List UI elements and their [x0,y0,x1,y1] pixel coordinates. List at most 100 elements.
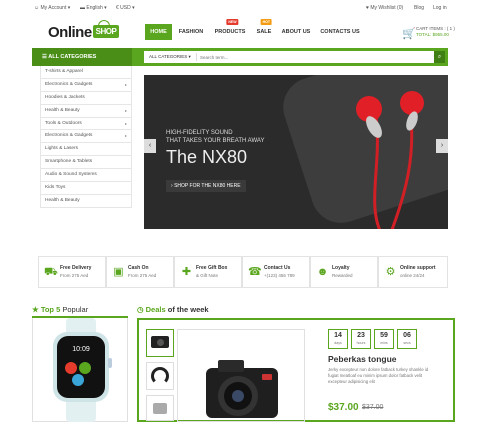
sidebar-item[interactable]: T-shirts & Apparel [40,66,132,79]
phone-icon: ☎ [248,266,262,278]
countdown-unit: hours [356,341,366,345]
deal-thumb[interactable] [146,395,174,421]
truck-icon: ⛟ [44,266,58,278]
hero-slider[interactable]: HIGH-FIDELITY SOUND THAT TAKES YOUR BREAT… [144,75,448,229]
nav-home[interactable]: HOME [145,24,172,40]
cash-icon: ▣ [113,266,124,278]
feature-title: Loyalty [332,265,350,271]
nav-label: ABOUT US [281,29,311,35]
countdown-unit: secs [403,341,411,345]
wishlist-link[interactable]: ♥ My Wishlist (0) [366,5,403,11]
all-categories-toggle[interactable]: ☰ ALL CATEGORIES [32,48,132,66]
nav-about[interactable]: ABOUT US [278,24,314,40]
deal-main-image[interactable] [177,329,305,422]
smartwatch-image: 10:09 [53,318,112,422]
star-icon: ★ [32,305,39,314]
cart-icon[interactable]: 🛒 [402,27,416,40]
cart-summary[interactable]: CART ITEMS : ( 1 ) TOTAL: $955.00 [416,26,455,38]
deals-heading: ◷ Deals of the week [137,305,209,314]
hot-badge: HOT [260,19,272,25]
sidebar-item[interactable]: Audio & Sound Systems [40,169,132,183]
countdown-value: 06 [403,332,411,339]
logo-text: Online [48,24,92,41]
language-label: English [86,5,103,11]
gift-icon: ✚ [181,266,192,278]
category-sidebar: T-shirts & Apparel Electronics & Gadgets… [40,66,132,208]
sidebar-item[interactable]: Smartphone & Tablets [40,156,132,170]
search-box[interactable]: ALL CATEGORIES ▾ [144,51,434,63]
feature-title: Free Delivery [60,265,92,271]
deal-product-desc: Jerky excepteur non dolore fatback turke… [328,367,429,384]
search-icon: ⌕ [437,54,442,60]
deal-price: $37.00 [328,402,359,413]
sidebar-item-label: Electronics & Gadgets [45,81,93,87]
feature-sub: From 275 Aed [128,273,157,278]
language-select[interactable]: ▬ English ▾ [80,5,107,11]
categories-label: ALL CATEGORIES [48,54,97,60]
svg-text:10:09: 10:09 [72,346,90,353]
headphones-icon [151,367,169,385]
currency-select[interactable]: € USD ▾ [116,5,135,11]
chevron-right-icon: › [440,142,444,149]
top5-product-card[interactable]: 10:09 [32,318,128,422]
sidebar-item-label: Hoodies & Jackets [45,94,85,100]
nav-sale[interactable]: HOT SALE [252,19,276,40]
search-divider [196,53,197,61]
wishlist-label: My Wishlist (0) [370,5,404,11]
sidebar-item[interactable]: Electronics & Gadgets ▸ [40,130,132,144]
deal-thumb[interactable] [146,329,174,357]
account-link[interactable]: ☺ My Account ▾ [34,5,70,11]
sidebar-item[interactable]: Hoodies & Jackets [40,91,132,105]
feature-delivery: ⛟ Free Delivery From 275 Aed [38,256,106,288]
sidebar-item-label: T-shirts & Apparel [45,69,83,74]
sidebar-item-label: Smartphone & Tablets [45,159,93,165]
top5-heading: ★ Top 5 Popular [32,305,88,314]
deal-product-name[interactable]: Peberkas tongue [328,354,397,364]
sidebar-item[interactable]: Kids Toys [40,182,132,195]
sidebar-item[interactable]: Electronics & Gadgets ▸ [40,78,132,92]
search-button[interactable]: ⌕ [434,51,445,63]
countdown-unit: days [334,341,342,345]
hero-subtitle: HIGH-FIDELITY SOUND THAT TAKES YOUR BREAT… [166,129,264,145]
nav-products[interactable]: NEW PRODUCTS [210,19,250,40]
search-category-select[interactable]: ALL CATEGORIES ▾ [149,51,191,63]
feature-sub: online 24/24 [400,273,425,278]
feature-title: Cash On [128,265,149,271]
camera-icon [153,403,167,414]
countdown-unit: mins [380,341,388,345]
sidebar-item-label: Audio & Sound Systems [45,172,97,178]
countdown-hours: 23 hours [351,329,371,349]
feature-title: Free Gift Box [196,265,228,271]
countdown-secs: 06 secs [397,329,417,349]
chevron-left-icon: ‹ [148,142,152,149]
slider-next-button[interactable]: › [436,139,448,153]
top5-title-2: Popular [62,305,89,314]
search-input[interactable] [200,52,420,62]
sidebar-item-label: Kids Toys [45,185,66,191]
chevron-right-icon: ▸ [124,107,127,113]
sidebar-item-label: Health & Beauty [45,197,80,203]
sidebar-item-label: Tools & Outdoors [45,120,82,126]
deal-thumb[interactable] [146,362,174,390]
sidebar-item[interactable]: Lights & Lasers [40,143,132,157]
sidebar-item[interactable]: Tools & Outdoors ▸ [40,117,132,131]
chevron-right-icon: ▸ [124,120,127,126]
countdown-days: 14 days [328,329,348,349]
blog-link[interactable]: Blog [414,5,424,11]
gear-icon: ⚙ [385,266,396,278]
feature-gift: ✚ Free Gift Box & Gift Note [174,256,242,288]
nav-contact[interactable]: CONTACTS US [318,24,362,40]
nav-label: SALE [256,29,272,35]
sidebar-item[interactable]: Health & Beauty ▸ [40,104,132,118]
nav-label: HOME [150,29,167,35]
slider-prev-button[interactable]: ‹ [144,139,156,153]
hero-cta-button[interactable]: › SHOP FOR THE NX80 HERE [166,180,246,192]
chevron-right-icon: ▸ [124,81,127,87]
feature-cash: ▣ Cash On From 275 Aed [106,256,174,288]
nav-fashion[interactable]: FASHION [175,24,207,40]
feature-sub: & Gift Note [196,273,219,278]
search-category-label: ALL CATEGORIES [149,54,188,59]
sidebar-item[interactable]: Health & Beauty [40,194,132,208]
site-logo[interactable]: Online SHOP [48,20,120,41]
login-link[interactable]: Log in [433,5,447,11]
